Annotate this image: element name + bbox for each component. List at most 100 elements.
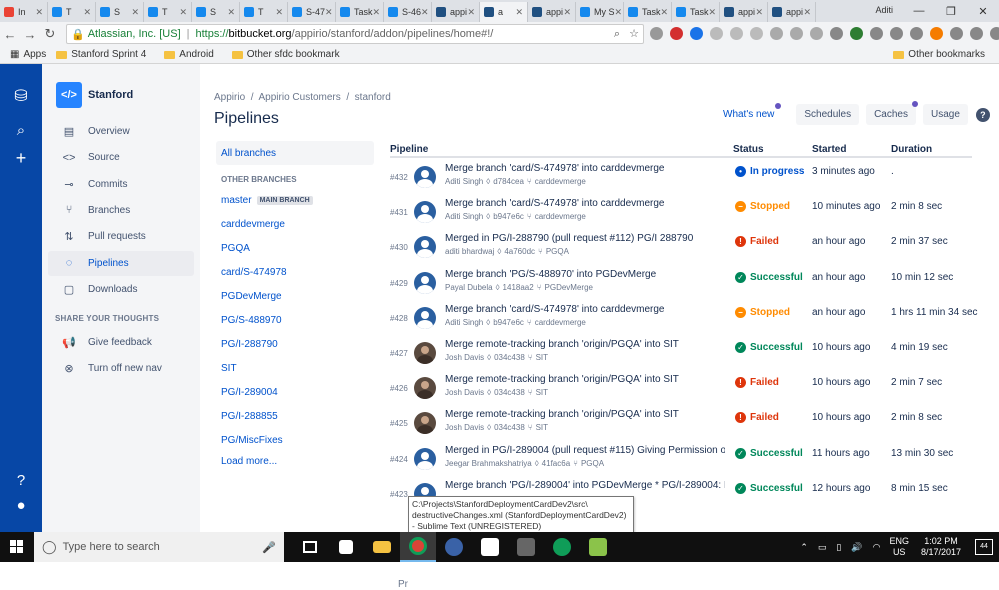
browser-tab[interactable]: S-46 ✕ — [384, 2, 432, 22]
tab-close-icon[interactable]: ✕ — [275, 7, 283, 18]
table-row[interactable]: #428 Merge branch 'card/S-474978' into ca… — [390, 299, 978, 334]
table-row[interactable]: #425 Merge remote-tracking branch 'origin… — [390, 404, 972, 439]
sidebar-item-commits[interactable]: ⊸ Commits — [48, 172, 194, 197]
extension-icon[interactable] — [950, 27, 963, 40]
table-row[interactable]: #424 Merged in PG/I-289004 (pull request … — [390, 440, 972, 475]
branch-filter-item[interactable]: PG/MiscFixes — [221, 428, 374, 452]
branch-name[interactable]: PGQA — [581, 459, 604, 468]
bookmark-stanford-sprint[interactable]: Stanford Sprint 4 — [56, 49, 146, 60]
tab-close-icon[interactable]: ✕ — [709, 7, 717, 18]
table-row[interactable]: #432 Merge branch 'card/S-474978' into ca… — [390, 158, 972, 193]
load-more-link[interactable]: Load more... — [221, 456, 374, 467]
pipeline-number[interactable]: #428 — [390, 314, 408, 323]
branch-filter-item[interactable]: PG/I-289004 — [221, 380, 374, 404]
table-row[interactable]: #430 Merged in PG/I-288790 (pull request … — [390, 228, 972, 263]
all-branches-filter[interactable]: All branches — [216, 141, 374, 165]
tab-close-icon[interactable]: ✕ — [179, 7, 187, 18]
extension-icon[interactable] — [790, 27, 803, 40]
close-icon[interactable]: ✕ — [967, 5, 999, 18]
chrome-icon[interactable] — [400, 532, 436, 562]
extension-icon[interactable] — [910, 27, 923, 40]
bookmark-star-icon[interactable]: ☆ — [629, 28, 639, 40]
extension-icon[interactable] — [690, 27, 703, 40]
commit-hash[interactable]: 034c438 — [494, 353, 525, 362]
tab-close-icon[interactable]: ✕ — [515, 7, 523, 18]
tab-close-icon[interactable]: ✕ — [563, 7, 571, 18]
zoom-icon[interactable]: ⌕ — [614, 28, 620, 40]
browser-tab[interactable]: a ✕ — [480, 2, 528, 22]
commit-message[interactable]: Merged in PG/I-288790 (pull request #112… — [445, 233, 725, 244]
extension-icon[interactable] — [930, 27, 943, 40]
tab-close-icon[interactable]: ✕ — [755, 7, 763, 18]
commit-hash[interactable]: d784cea — [493, 177, 524, 186]
branch-filter-item[interactable]: PG/I-288790 — [221, 332, 374, 356]
pipeline-number[interactable]: #426 — [390, 384, 408, 393]
pipeline-number[interactable]: #429 — [390, 279, 408, 288]
back-icon[interactable]: ← — [0, 27, 20, 42]
pipeline-number[interactable]: #430 — [390, 243, 408, 252]
branch-filter-item[interactable]: PG/S-488970 — [221, 308, 374, 332]
store-icon[interactable] — [328, 532, 364, 562]
help-circle-icon[interactable]: ? — [975, 107, 990, 122]
browser-tab[interactable]: Task ✕ — [336, 2, 384, 22]
browser-tab[interactable]: In ✕ — [0, 2, 48, 22]
commit-message[interactable]: Merge remote-tracking branch 'origin/PGQ… — [445, 374, 725, 385]
action-center-icon[interactable]: 44 — [975, 539, 993, 555]
extension-icon[interactable] — [750, 27, 763, 40]
branch-name[interactable]: SIT — [536, 388, 548, 397]
network-icon[interactable]: ▭ — [818, 542, 827, 553]
table-row[interactable]: #426 Merge remote-tracking branch 'origin… — [390, 369, 972, 404]
table-row[interactable]: #429 Merge branch 'PG/S-488970' into PGDe… — [390, 264, 972, 299]
sidebar-item-branches[interactable]: ⑂ Branches — [48, 198, 194, 223]
commit-message[interactable]: Merge remote-tracking branch 'origin/PGQ… — [445, 409, 725, 420]
browser-tab[interactable]: S ✕ — [96, 2, 144, 22]
branch-name[interactable]: carddevmerge — [535, 177, 586, 186]
extension-icon[interactable] — [870, 27, 883, 40]
commit-hash[interactable]: 034c438 — [494, 423, 525, 432]
url-input[interactable]: 🔒 Atlassian, Inc. [US] | https://bitbuck… — [66, 24, 644, 44]
browser-tab[interactable]: S ✕ — [192, 2, 240, 22]
browser-tab[interactable]: T ✕ — [48, 2, 96, 22]
browser-tab[interactable]: appi ✕ — [768, 2, 816, 22]
app-icon[interactable] — [508, 532, 544, 562]
table-row[interactable]: #427 Merge remote-tracking branch 'origin… — [390, 334, 972, 369]
caches-button[interactable]: Caches — [866, 101, 918, 125]
browser-tab[interactable]: T ✕ — [144, 2, 192, 22]
browser-tab[interactable]: Task ✕ — [672, 2, 720, 22]
microphone-icon[interactable]: 🎤 — [262, 541, 276, 554]
pipeline-number[interactable]: #425 — [390, 419, 408, 428]
browser-tab[interactable]: appi ✕ — [432, 2, 480, 22]
tab-close-icon[interactable]: ✕ — [615, 7, 623, 18]
commit-message[interactable]: Merge remote-tracking branch 'origin/PGQ… — [445, 339, 725, 350]
browser-tab[interactable]: My S ✕ — [576, 2, 624, 22]
give-feedback-link[interactable]: 📢 Give feedback — [48, 330, 194, 355]
maximize-icon[interactable]: ❐ — [935, 5, 967, 18]
tab-close-icon[interactable]: ✕ — [467, 7, 475, 18]
commit-message[interactable]: Merge branch 'PG/S-488970' into PGDevMer… — [445, 269, 725, 280]
branch-filter-item[interactable]: PGQA — [221, 236, 374, 260]
browser-profile-name[interactable]: Aditi — [875, 5, 893, 15]
extension-icon[interactable] — [970, 27, 983, 40]
other-bookmarks[interactable]: Other bookmarks — [893, 49, 985, 60]
bookmark-apps[interactable]: ▦ Apps — [10, 49, 46, 60]
breadcrumb-appirio[interactable]: Appirio — [214, 92, 245, 103]
site-identity[interactable]: Atlassian, Inc. [US] — [88, 28, 181, 40]
usage-button[interactable]: Usage — [922, 104, 968, 125]
hangouts-icon[interactable] — [544, 532, 580, 562]
extension-icon[interactable] — [830, 27, 843, 40]
extension-icon[interactable] — [770, 27, 783, 40]
pipeline-number[interactable]: #431 — [390, 208, 408, 217]
repo-logo-icon[interactable]: </> — [56, 82, 82, 108]
help-icon[interactable]: ? — [0, 472, 42, 489]
commit-hash[interactable]: 1418aa2 — [503, 283, 534, 292]
branch-filter-item[interactable]: PG/I-288855 — [221, 404, 374, 428]
tab-close-icon[interactable]: ✕ — [421, 7, 429, 18]
browser-tab[interactable]: T ✕ — [240, 2, 288, 22]
branch-name[interactable]: SIT — [536, 353, 548, 362]
branch-name[interactable]: PGDevMerge — [545, 283, 593, 292]
sidebar-item-pull-requests[interactable]: ⇅ Pull requests — [48, 224, 194, 249]
pipeline-number[interactable]: #427 — [390, 349, 408, 358]
tab-close-icon[interactable]: ✕ — [131, 7, 139, 18]
branch-name[interactable]: PGQA — [546, 247, 569, 256]
commit-hash[interactable]: 034c438 — [494, 388, 525, 397]
